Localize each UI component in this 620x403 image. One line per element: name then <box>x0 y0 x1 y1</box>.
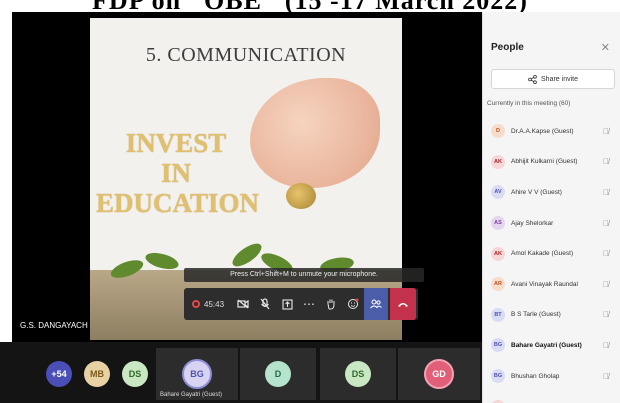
share-icon[interactable] <box>276 288 298 320</box>
avatar: BT <box>491 307 505 322</box>
mic-off-icon[interactable] <box>254 288 276 320</box>
participant-name: B S Tarle (Guest) <box>511 311 561 319</box>
participant-tile[interactable]: GD <box>398 348 480 400</box>
call-control-bar: 45:43 ⋯ <box>184 288 418 320</box>
mic-off-icon: 🎙̸ <box>603 340 609 350</box>
reactions-icon[interactable] <box>342 288 364 320</box>
participant-row[interactable]: BG Bahare Gayatri (Guest) 🎙̸ <box>483 330 620 361</box>
tile-name: Bahare Gayatri (Guest) <box>160 392 223 398</box>
participant-row[interactable]: AV Ahire V V (Guest) 🎙̸ <box>483 177 620 208</box>
participant-tile[interactable]: D <box>240 348 316 400</box>
participant-row[interactable]: AS Ajay Shelorkar 🎙̸ <box>483 208 620 239</box>
participant-tile[interactable]: DS <box>320 348 396 400</box>
slide-graphic-text: INVEST IN EDUCATION <box>96 128 260 218</box>
avatar: AR <box>491 277 505 292</box>
participant-row[interactable]: D Dr.A.A.Kapse (Guest) 🎙̸ <box>483 116 620 147</box>
avatar: AK <box>491 246 505 261</box>
mic-off-icon: 🎙̸ <box>603 187 609 197</box>
mic-off-icon: 🎙̸ <box>603 371 609 381</box>
camera-off-icon[interactable] <box>232 288 254 320</box>
avatar: MB <box>84 361 110 387</box>
slide-word: EDUCATION <box>96 188 260 218</box>
avatar: AV <box>491 185 505 200</box>
participant-row[interactable]: BT B S Tarle (Guest) 🎙̸ <box>483 300 620 331</box>
avatar: D <box>265 361 291 387</box>
in-meeting-section-label[interactable]: Currently in this meeting (60) <box>487 100 570 107</box>
participant-tile-overflow[interactable]: +54 <box>32 348 86 400</box>
participant-row[interactable] <box>483 391 620 403</box>
banner-title: FDP on "OBE" (15 -17 March 2022) <box>92 0 528 15</box>
mic-off-icon: 🎙̸ <box>603 126 609 136</box>
participant-name: Dr.A.A.Kapse (Guest) <box>511 127 574 135</box>
participant-strip: +54 MB DS BG Bahare Gayatri (Guest) D DS… <box>0 342 482 403</box>
avatar: AS <box>491 216 505 231</box>
participant-list: D Dr.A.A.Kapse (Guest) 🎙̸ AK Abhijit Kul… <box>483 116 620 403</box>
participant-name: Avani Vinayak Raundal <box>511 280 578 288</box>
avatar: DS <box>122 361 148 387</box>
unmute-hint-toast: Press Ctrl+Shift+M to unmute your microp… <box>184 268 424 282</box>
mic-off-icon: 🎙̸ <box>603 310 609 320</box>
participant-tile-active[interactable]: BG Bahare Gayatri (Guest) <box>156 348 238 400</box>
leaf-illustration <box>229 239 265 271</box>
participant-row[interactable]: BG Bhushan Gholap 🎙̸ <box>483 361 620 392</box>
leaf-illustration <box>143 249 181 273</box>
panel-title: People <box>491 42 524 53</box>
avatar: GD <box>424 359 454 389</box>
participant-row[interactable]: AR Avani Vinayak Raundal 🎙̸ <box>483 269 620 300</box>
hand-illustration <box>250 78 380 188</box>
participant-name: Abhijit Kulkarni (Guest) <box>511 158 578 166</box>
participant-name: Amol Kakade (Guest) <box>511 250 574 258</box>
avatar: D <box>491 124 505 139</box>
participant-row[interactable]: AK Abhijit Kulkarni (Guest) 🎙̸ <box>483 147 620 178</box>
mic-off-icon: 🎙̸ <box>603 279 609 289</box>
people-icon[interactable] <box>364 288 389 320</box>
slide-title: 5. COMMUNICATION <box>145 44 347 66</box>
share-link-icon <box>528 74 537 84</box>
slide-word: INVEST <box>125 128 227 158</box>
participant-name: Bahare Gayatri (Guest) <box>511 341 582 349</box>
share-invite-button[interactable]: Share invite <box>491 69 615 89</box>
avatar: BG <box>182 359 212 389</box>
speaker-name-label: G.S. DANGAYACH <box>20 321 88 330</box>
participant-name: Ahire V V (Guest) <box>511 188 562 196</box>
avatar: +54 <box>46 361 72 387</box>
more-icon[interactable]: ⋯ <box>298 288 320 320</box>
mic-off-icon: 🎙̸ <box>603 249 609 259</box>
avatar <box>491 399 505 403</box>
avatar: BG <box>491 369 505 384</box>
close-icon[interactable]: ✕ <box>601 41 610 54</box>
participant-tile[interactable]: DS <box>118 348 152 400</box>
avatar: DS <box>345 361 371 387</box>
meeting-timer: 45:43 <box>184 300 232 309</box>
avatar: BG <box>491 338 505 353</box>
teams-meeting-window: FDP on "OBE" (15 -17 March 2022) 5. COMM… <box>0 0 620 403</box>
participant-row[interactable]: AK Amol Kakade (Guest) 🎙̸ <box>483 238 620 269</box>
coin-illustration <box>286 183 316 209</box>
meeting-stage: 5. COMMUNICATION INVEST IN EDUCATION G.S… <box>12 12 482 342</box>
participant-tile[interactable]: MB <box>80 348 114 400</box>
share-invite-label: Share invite <box>541 75 578 83</box>
raise-hand-icon[interactable] <box>320 288 342 320</box>
timer-text: 45:43 <box>204 299 225 309</box>
recording-icon <box>192 300 200 308</box>
slide-word: IN <box>160 158 191 188</box>
people-panel: People ✕ Share invite Currently in this … <box>482 12 620 403</box>
avatar: AK <box>491 154 505 169</box>
leave-icon[interactable] <box>390 288 417 320</box>
mic-off-icon: 🎙̸ <box>603 218 609 228</box>
participant-name: Ajay Shelorkar <box>511 219 554 227</box>
participant-name: Bhushan Gholap <box>511 372 560 380</box>
mic-off-icon: 🎙̸ <box>603 157 609 167</box>
